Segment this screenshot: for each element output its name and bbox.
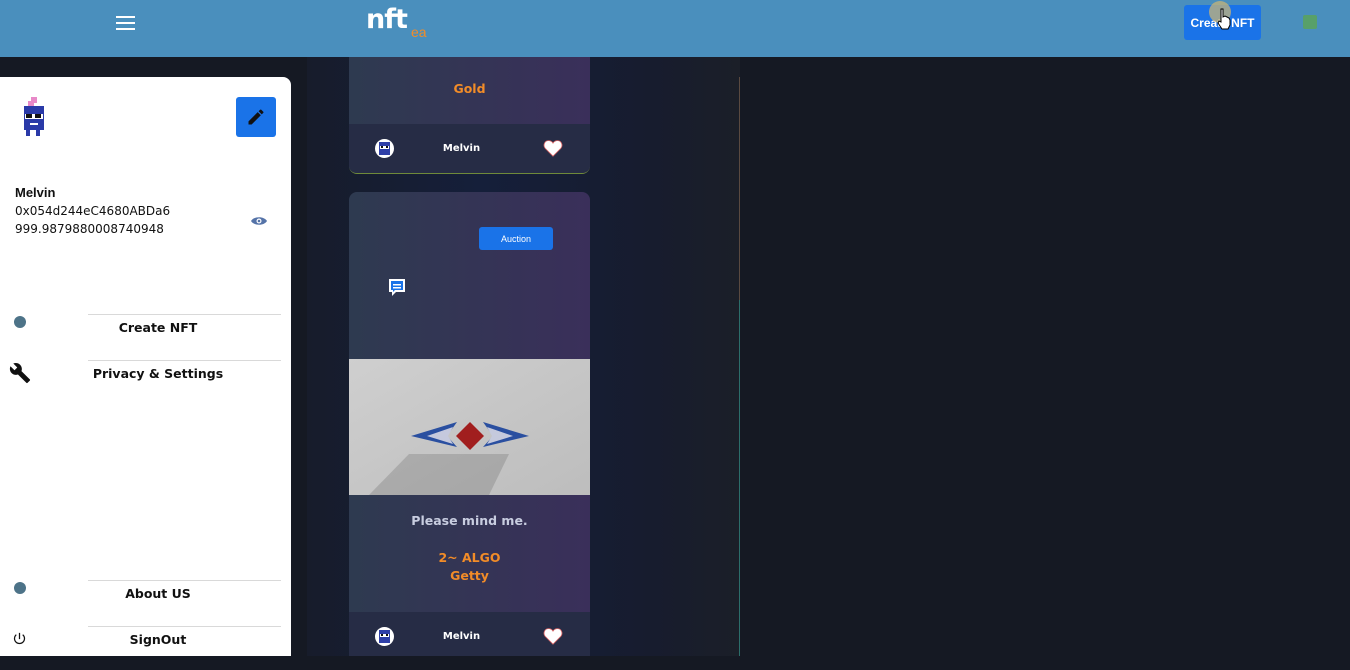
menu-divider <box>88 626 281 627</box>
nft-price: 2~ ALGO <box>438 550 501 565</box>
nft-card[interactable]: Gold Melvin <box>349 57 590 174</box>
auction-button[interactable]: Auction <box>479 227 553 250</box>
menu-divider <box>88 360 281 361</box>
menu-item-label: SignOut <box>129 632 187 647</box>
menu-divider <box>88 580 281 581</box>
menu-item-label: Create NFT <box>118 320 198 335</box>
wrench-icon <box>9 363 31 384</box>
user-avatar[interactable] <box>20 97 48 137</box>
nft-card[interactable]: Auction Please mind me. 2~ ALGO Getty Me… <box>349 192 590 656</box>
wallet-balance: 999.9879880008740948 <box>15 222 164 236</box>
nft-artwork-image[interactable] <box>349 359 590 495</box>
heart-icon[interactable] <box>543 139 563 157</box>
hand-pointer-icon <box>1217 8 1231 30</box>
hamburger-menu-icon[interactable] <box>116 16 135 30</box>
comment-icon[interactable] <box>387 277 407 299</box>
heart-icon[interactable] <box>543 627 563 645</box>
wallet-icon[interactable] <box>1303 15 1317 29</box>
username: Melvin <box>15 185 56 200</box>
card-footer: Melvin <box>349 612 590 656</box>
owner-name[interactable]: Melvin <box>434 143 489 154</box>
side-drawer: Melvin 0x054d244eC4680ABDa6 999.98798800… <box>0 77 291 656</box>
pencil-icon <box>248 109 264 125</box>
logo-main-text: nft <box>366 4 408 35</box>
power-icon <box>13 632 26 645</box>
nft-description: Please mind me. <box>411 513 528 528</box>
owner-name[interactable]: Melvin <box>434 631 489 642</box>
nft-tier: Getty <box>450 568 489 583</box>
menu-divider <box>88 314 281 315</box>
logo-sub-text: ea <box>411 24 427 40</box>
menu-item-label: Privacy & Settings <box>92 366 224 381</box>
owner-avatar[interactable] <box>375 627 394 646</box>
menu-item-create-nft[interactable]: Create NFT <box>0 314 291 358</box>
circle-icon <box>14 316 26 328</box>
owner-avatar[interactable] <box>375 139 394 158</box>
wallet-address[interactable]: 0x054d244eC4680ABDa6 <box>15 202 170 220</box>
menu-item-about-us[interactable]: About US <box>0 580 291 624</box>
site-logo[interactable]: nft ea <box>366 4 427 44</box>
eye-icon[interactable] <box>251 216 267 226</box>
edit-profile-button[interactable] <box>236 97 276 137</box>
circle-icon <box>14 582 26 594</box>
menu-item-privacy-settings[interactable]: Privacy & Settings <box>0 360 291 404</box>
menu-item-label: About US <box>125 586 191 601</box>
top-app-bar: nft ea Create NFT <box>0 0 1350 57</box>
price-label: Gold <box>453 81 486 96</box>
column-divider-accent <box>739 300 740 656</box>
card-footer: Melvin <box>349 124 590 173</box>
menu-item-signout[interactable]: SignOut <box>0 626 291 670</box>
user-info: Melvin 0x054d244eC4680ABDa6 999.98798800… <box>15 184 170 238</box>
